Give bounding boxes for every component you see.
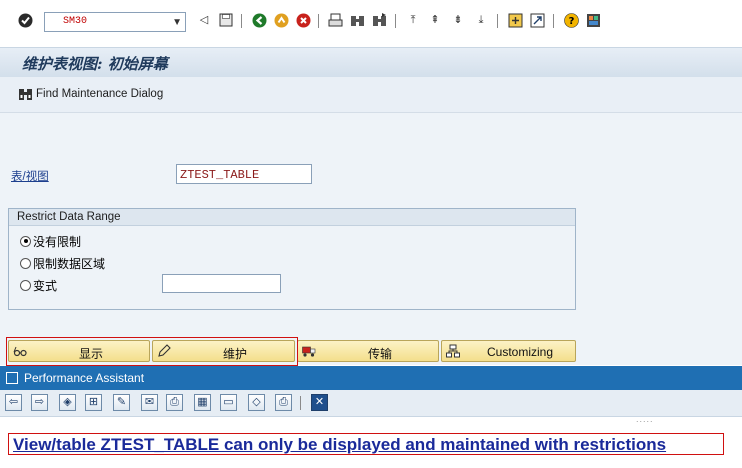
performance-assistant-header: Performance Assistant: [0, 366, 742, 390]
performance-assistant-title: Performance Assistant: [24, 371, 145, 385]
back-icon[interactable]: [251, 12, 267, 28]
save-icon[interactable]: [218, 12, 234, 28]
shortcut-icon[interactable]: [529, 12, 545, 28]
message-highlight-box: View/table ZTEST_TABLE can only be displ…: [8, 433, 724, 455]
find-next-icon[interactable]: [371, 12, 387, 28]
variant-input[interactable]: [162, 274, 281, 293]
performance-assistant-toolbar: ⇦ ⇨ ◈ ⊞ ✎ ✉ ⎙ ▦ ▭ ◇ ⎙ ✕: [0, 390, 742, 417]
radio-selected-icon[interactable]: [20, 235, 31, 247]
display-button[interactable]: 显示: [8, 340, 150, 362]
print-icon[interactable]: [327, 12, 343, 28]
help-icon[interactable]: ?: [563, 12, 579, 28]
display-button-label: 显示: [79, 347, 104, 361]
truck-icon: [302, 344, 316, 358]
radio-variant-label: 变式: [33, 278, 58, 293]
radio-unselected-icon[interactable]: [20, 257, 31, 269]
pencil-icon: [157, 344, 171, 358]
maintain-button[interactable]: 维护: [152, 340, 295, 362]
system-toolbar: SM30 ▼ ◁ ⤒ ⇞ ⇟ ⤓ ?: [0, 0, 742, 44]
toolbar-separator: [395, 14, 396, 28]
toolbar-separator: [497, 14, 498, 28]
table-icon[interactable]: ▦: [194, 394, 211, 411]
resize-dots[interactable]: .....: [636, 414, 654, 424]
edit-icon[interactable]: ✎: [113, 394, 130, 411]
command-field-value[interactable]: SM30: [63, 16, 87, 27]
restrict-data-range-title: Restrict Data Range: [9, 209, 575, 226]
radio-no-restriction[interactable]: 没有限制: [20, 233, 81, 249]
print-preview-icon[interactable]: ⎙: [166, 394, 183, 411]
enter-icon[interactable]: [17, 12, 33, 28]
print-icon[interactable]: ⎙: [275, 394, 292, 411]
page-title: 维护表视图: 初始屏幕: [22, 55, 168, 73]
performance-assistant-body: ..... View/table ZTEST_TABLE can only be…: [0, 414, 742, 468]
bookmark-icon[interactable]: ◈: [59, 394, 76, 411]
customizing-button-label: Customizing: [487, 345, 554, 359]
exit-icon[interactable]: [273, 12, 289, 28]
close-icon[interactable]: ✕: [311, 394, 328, 411]
window-icon[interactable]: ▭: [220, 394, 237, 411]
radio-no-restriction-label: 没有限制: [33, 234, 82, 249]
next-page-icon[interactable]: ⇟: [450, 12, 466, 28]
toolbar-separator: [318, 14, 319, 28]
table-view-input[interactable]: ZTEST_TABLE: [176, 164, 312, 184]
performance-assistant-message[interactable]: View/table ZTEST_TABLE can only be displ…: [13, 435, 666, 455]
svg-text:?: ?: [568, 16, 574, 27]
hint-icon[interactable]: ◇: [248, 394, 265, 411]
maintain-button-label: 维护: [223, 347, 248, 361]
window-icon: [6, 372, 18, 384]
back-icon[interactable]: ⇦: [5, 394, 22, 411]
previous-page-icon[interactable]: ⇞: [427, 12, 443, 28]
glasses-icon: [13, 344, 27, 358]
customizing-button[interactable]: Customizing: [441, 340, 576, 362]
toolbar-separator: [553, 14, 554, 28]
last-page-icon[interactable]: ⤓: [473, 12, 489, 28]
toolbar-separator: [241, 14, 242, 28]
transport-button[interactable]: 传输: [297, 340, 439, 362]
create-session-icon[interactable]: [507, 12, 523, 28]
chevron-down-icon[interactable]: ▼: [172, 17, 182, 28]
binoculars-icon[interactable]: [18, 87, 33, 101]
restrict-data-range-group: Restrict Data Range 没有限制 限制数据区域 变式: [8, 208, 576, 310]
radio-variant[interactable]: 变式: [20, 277, 57, 293]
title-bar: 维护表视图: 初始屏幕: [0, 47, 742, 77]
layout-menu-icon[interactable]: [585, 12, 601, 28]
radio-unselected-icon[interactable]: [20, 279, 31, 291]
toolbar-separator: [300, 396, 301, 410]
cancel-icon[interactable]: [295, 12, 311, 28]
radio-restrict-range[interactable]: 限制数据区域: [20, 255, 105, 271]
radio-restrict-range-label: 限制数据区域: [33, 256, 106, 271]
glossary-icon[interactable]: ⊞: [85, 394, 102, 411]
find-icon[interactable]: [349, 12, 365, 28]
main-content: 表/视图 ZTEST_TABLE Restrict Data Range 没有限…: [0, 113, 742, 366]
table-view-value[interactable]: ZTEST_TABLE: [180, 168, 259, 182]
application-toolbar: Find Maintenance Dialog: [0, 77, 742, 113]
command-field[interactable]: SM30 ▼: [44, 12, 186, 32]
transport-button-label: 传输: [368, 347, 393, 361]
hierarchy-icon: [446, 344, 460, 358]
find-maintenance-dialog-button[interactable]: Find Maintenance Dialog: [36, 88, 163, 100]
table-view-label: 表/视图: [11, 171, 49, 183]
first-page-icon[interactable]: ⤒: [405, 12, 421, 28]
back-arrow-icon[interactable]: ◁: [196, 12, 212, 28]
forward-icon[interactable]: ⇨: [31, 394, 48, 411]
note-icon[interactable]: ✉: [141, 394, 158, 411]
